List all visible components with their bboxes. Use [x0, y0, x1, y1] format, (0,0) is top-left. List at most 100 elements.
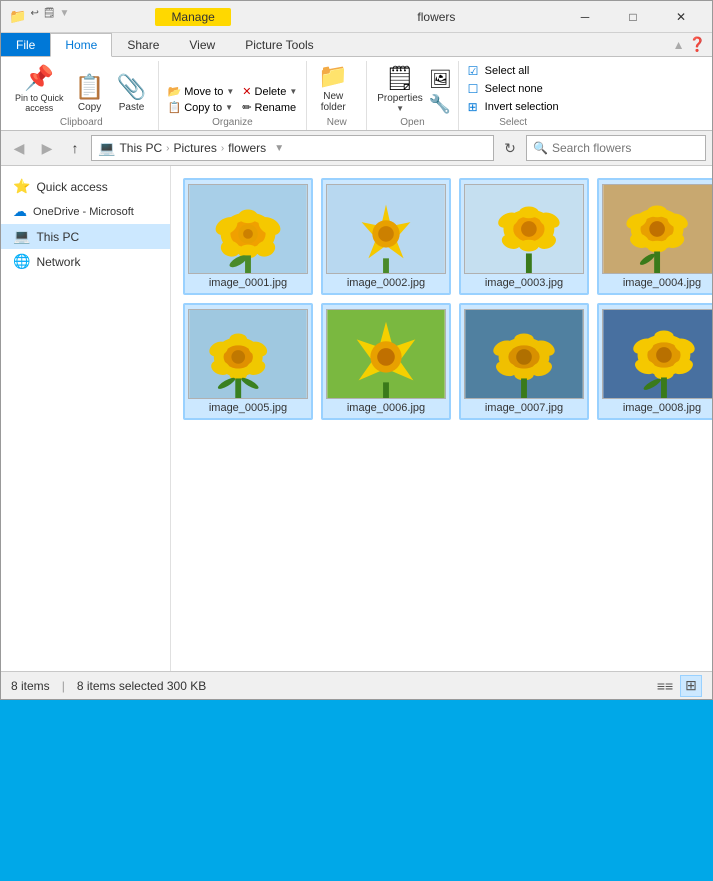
clipboard-group-label: Clipboard: [11, 117, 152, 130]
organize-col1: 📂 Move to ▼ 📋 Copy to ▼: [165, 84, 238, 115]
select-items: ☑ Select all ☐ Select none ⊞ Invert sele…: [465, 63, 562, 115]
select-all-button[interactable]: ☑ Select all: [465, 63, 562, 79]
delete-arrow: ▼: [289, 87, 297, 96]
open-col: 🖼 🔧: [429, 69, 452, 115]
rename-button[interactable]: ✏ Rename: [239, 100, 300, 115]
invert-icon: ⊞: [468, 100, 482, 114]
sep1: ›: [166, 143, 169, 154]
search-icon: 🔍: [533, 141, 548, 155]
selected-info: 8 items selected 300 KB: [77, 679, 206, 693]
help-icon[interactable]: ❓: [689, 36, 706, 53]
close-button[interactable]: ✕: [658, 1, 704, 33]
titlebar-icons: 📁 ↩ 🗒 ▼: [9, 8, 69, 25]
properties-icon[interactable]: 🗒: [43, 8, 56, 25]
crumb-flowers[interactable]: flowers: [228, 141, 266, 155]
paste-button[interactable]: 📎 Paste: [112, 74, 152, 115]
explorer-window: 📁 ↩ 🗒 ▼ Manage flowers ─ □ ✕ File Home S…: [0, 0, 713, 700]
move-to-button[interactable]: 📂 Move to ▼: [165, 84, 238, 99]
window-controls: ─ □ ✕: [562, 1, 704, 33]
file-item-1[interactable]: image_0001.jpg: [183, 178, 313, 295]
forward-button[interactable]: ▶: [35, 136, 59, 160]
file-item-7[interactable]: image_0007.jpg: [459, 303, 589, 420]
tab-share[interactable]: Share: [112, 33, 174, 56]
open-group: 🗒 Properties ▼ 🖼 🔧 Open: [367, 61, 458, 130]
pin-to-quick-access-button[interactable]: 📌 Pin to Quickaccess: [11, 65, 68, 115]
thumb-3: [464, 184, 584, 274]
copy-to-arrow: ▼: [225, 103, 233, 112]
window-title: flowers: [311, 10, 562, 24]
select-group: ☑ Select all ☐ Select none ⊞ Invert sele…: [459, 61, 568, 130]
tab-view[interactable]: View: [174, 33, 230, 56]
maximize-button[interactable]: □: [610, 1, 656, 33]
crumb-pictures[interactable]: Pictures: [173, 141, 216, 155]
select-all-label: Select all: [485, 65, 530, 77]
organize-group: 📂 Move to ▼ 📋 Copy to ▼ ✕: [159, 61, 308, 130]
thumb-4: [602, 184, 712, 274]
tab-file[interactable]: File: [1, 33, 50, 56]
organize-items: 📂 Move to ▼ 📋 Copy to ▼ ✕: [165, 63, 301, 115]
up-button[interactable]: ↑: [63, 136, 87, 160]
clipboard-group: 📌 Pin to Quickaccess 📋 Copy 📎 Paste Clip…: [5, 61, 159, 130]
ribbon: File Home Share View Picture Tools ▲ ❓ 📌…: [1, 33, 712, 131]
address-box[interactable]: 💻 This PC › Pictures › flowers ▼: [91, 135, 494, 161]
organize-col2: ✕ Delete ▼ ✏ Rename: [239, 84, 300, 115]
file-name-8: image_0008.jpg: [623, 402, 701, 414]
file-content: image_0001.jpg image_000: [171, 166, 712, 671]
file-item-3[interactable]: image_0003.jpg: [459, 178, 589, 295]
onedrive-icon: ☁: [13, 203, 27, 220]
tab-home[interactable]: Home: [50, 33, 112, 57]
properties-button[interactable]: 🗒 Properties ▼: [373, 65, 427, 115]
select-none-button[interactable]: ☐ Select none: [465, 81, 562, 97]
sidebar-item-this-pc[interactable]: 💻 This PC: [1, 224, 170, 249]
quick-access-label: Quick access: [36, 180, 107, 194]
file-name-5: image_0005.jpg: [209, 402, 287, 414]
sidebar-item-quick-access[interactable]: ⭐ Quick access: [1, 174, 170, 199]
details-view-button[interactable]: ≡≡: [654, 675, 676, 697]
invert-selection-button[interactable]: ⊞ Invert selection: [465, 99, 562, 115]
properties-arrow: ▼: [396, 104, 404, 113]
properties-icon: 🗒: [385, 67, 415, 91]
open-icon[interactable]: 🖼: [429, 69, 452, 90]
paste-icon: 📎: [117, 76, 147, 100]
new-items: 📁 Newfolder: [313, 63, 360, 115]
address-dropdown-icon[interactable]: ▼: [274, 143, 284, 154]
back-button[interactable]: ◀: [7, 136, 31, 160]
tab-picture-tools[interactable]: Picture Tools: [230, 33, 328, 56]
delete-button[interactable]: ✕ Delete ▼: [239, 84, 300, 99]
sidebar-item-onedrive[interactable]: ☁ OneDrive - Microsoft: [1, 199, 170, 224]
copy-button[interactable]: 📋 Copy: [70, 74, 110, 115]
file-item-6[interactable]: image_0006.jpg: [321, 303, 451, 420]
undo-icon[interactable]: ↩: [30, 8, 38, 25]
file-item-2[interactable]: image_0002.jpg: [321, 178, 451, 295]
file-item-4[interactable]: image_0004.jpg: [597, 178, 712, 295]
file-item-8[interactable]: image_0008.jpg: [597, 303, 712, 420]
organize-group-label: Organize: [165, 117, 301, 130]
file-name-3: image_0003.jpg: [485, 277, 563, 289]
down-arrow-icon[interactable]: ▼: [60, 8, 70, 25]
folder-address-icon: 💻: [98, 140, 115, 157]
new-folder-button[interactable]: 📁 Newfolder: [313, 63, 353, 115]
view-toggle: ≡≡ ⊞: [654, 675, 702, 697]
rename-icon: ✏: [242, 101, 251, 114]
crumb-this-pc[interactable]: This PC: [119, 141, 162, 155]
search-input[interactable]: [552, 141, 707, 155]
item-count: 8 items: [11, 679, 50, 693]
sidebar-item-network[interactable]: 🌐 Network: [1, 249, 170, 274]
network-label: Network: [36, 255, 80, 269]
open-items: 🗒 Properties ▼ 🖼 🔧: [373, 63, 451, 115]
copy-to-button[interactable]: 📋 Copy to ▼: [165, 100, 238, 115]
thumb-6: [326, 309, 446, 399]
file-item-5[interactable]: image_0005.jpg: [183, 303, 313, 420]
large-icons-view-button[interactable]: ⊞: [680, 675, 702, 697]
new-group: 📁 Newfolder New: [307, 61, 367, 130]
ribbon-minimize-icon[interactable]: ▲: [673, 38, 685, 52]
open-group-label: Open: [373, 117, 451, 130]
thumb-7: [464, 309, 584, 399]
edit-icon[interactable]: 🔧: [429, 94, 452, 115]
file-name-7: image_0007.jpg: [485, 402, 563, 414]
minimize-button[interactable]: ─: [562, 1, 608, 33]
search-box[interactable]: 🔍: [526, 135, 706, 161]
refresh-button[interactable]: ↻: [498, 136, 522, 160]
statusbar-sep: |: [62, 679, 65, 693]
manage-tab-label: Manage: [155, 8, 230, 26]
